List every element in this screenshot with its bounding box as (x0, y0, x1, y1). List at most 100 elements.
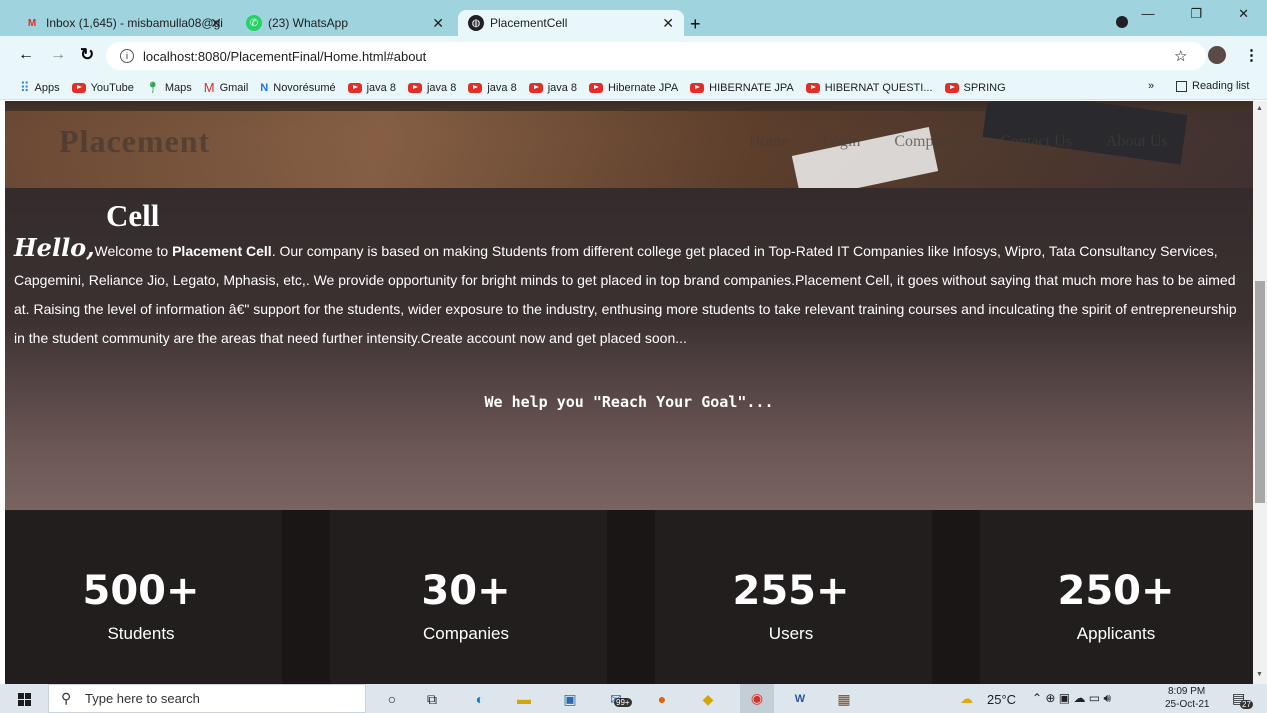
bookmark-item[interactable]: Hibernate JPA (589, 82, 678, 94)
app-icon[interactable]: ◆ (698, 689, 718, 709)
bookmark-label: YouTube (90, 81, 134, 94)
taskbar-search-input[interactable]: ⚲ Type here to search (48, 684, 366, 713)
youtube-icon (944, 82, 959, 93)
stat-shade (282, 510, 330, 684)
forward-icon[interactable]: → (50, 46, 66, 64)
gmail-icon: M (203, 80, 215, 95)
profile-icon[interactable] (1116, 16, 1128, 28)
stat-label: Users (768, 624, 814, 643)
scrollbar-thumb[interactable] (1255, 281, 1265, 503)
store-icon[interactable]: ▣ (560, 689, 580, 709)
address-bar[interactable]: i localhost:8080/PlacementFinal/Home.htm… (106, 42, 1206, 70)
close-tab-icon[interactable]: ✕ (432, 15, 444, 32)
bookmark-item[interactable]: 📍︎ Maps (146, 81, 192, 95)
new-tab-button[interactable]: + (690, 14, 701, 35)
bookmark-label: HIBERNATE JPA (709, 81, 794, 94)
nav-contact-us[interactable]: Contact Us (1000, 133, 1072, 151)
nav-about-us[interactable]: About Us (1106, 133, 1168, 151)
bookmark-item[interactable]: java 8 (407, 82, 456, 94)
youtube-icon (805, 82, 820, 93)
tab-whatsapp[interactable]: ✆ (23) WhatsApp ✕ (236, 10, 454, 36)
more-bookmarks-icon[interactable]: » (1148, 80, 1154, 92)
nav-home[interactable]: Home (749, 133, 788, 151)
reading-list-label: Reading list (1192, 80, 1250, 92)
tab-label: (23) WhatsApp (268, 16, 349, 30)
bookmark-label: HIBERNAT QUESTI... (824, 81, 933, 94)
mail-badge: 99+ (614, 698, 632, 707)
reading-list-button[interactable]: Reading list (1176, 80, 1249, 92)
youtube-icon (71, 82, 86, 93)
word-icon[interactable]: W (790, 689, 810, 709)
back-icon[interactable]: ← (18, 46, 34, 64)
tray-icons[interactable]: ⌃ ⊕ ▣ ☁ ▭ 🔊︎ (1032, 691, 1111, 706)
bookmark-item[interactable]: java 8 (528, 82, 577, 94)
windows-taskbar: ⚲ Type here to search ○ ⧉ ◐ ▬ ▣ ✉ 99+ ● … (0, 684, 1267, 713)
site-logo[interactable]: Placement (59, 123, 210, 160)
file-explorer-icon[interactable]: ▬ (514, 689, 534, 709)
search-icon: ⚲ (61, 690, 72, 706)
windows-start-icon[interactable] (14, 689, 34, 709)
apps-icon: ⠿ (20, 79, 30, 95)
bookmark-item[interactable]: N Novorésumé (260, 82, 335, 94)
bookmark-star-icon[interactable]: ☆ (1174, 47, 1187, 65)
bookmark-item[interactable]: java 8 (468, 81, 517, 94)
stat-label: Students (107, 624, 175, 643)
clock-time[interactable]: 8:09 PM (1168, 686, 1205, 697)
hello-heading: Hello, (14, 233, 95, 262)
notification-count: 27 (1240, 700, 1253, 709)
clock-date[interactable]: 25-Oct-21 (1165, 699, 1209, 710)
minimize-icon[interactable]: — (1141, 6, 1154, 22)
game-icon[interactable]: ▦ (834, 689, 854, 709)
page-viewport: Placement Home Login Companies Contact U… (5, 101, 1253, 684)
tab-label: Inbox (1,645) - misbamulla08@gi (46, 16, 223, 30)
cortana-icon[interactable]: ○ (382, 689, 402, 709)
edge-icon[interactable]: ◐ (470, 689, 490, 709)
reading-list-icon (1176, 80, 1187, 92)
bookmark-item[interactable]: ⠿ Apps (20, 80, 60, 96)
globe-icon: ◍ (468, 15, 484, 31)
youtube-icon (407, 82, 422, 93)
hero-banner: Placement Home Login Companies Contact U… (5, 101, 1253, 188)
tab-placementcell[interactable]: ◍ PlacementCell ✕ (458, 10, 684, 36)
bookmark-item[interactable]: HIBERNAT QUESTI... (805, 81, 933, 94)
close-window-icon[interactable]: ✕ (1238, 6, 1249, 22)
avatar[interactable] (1208, 46, 1226, 64)
scroll-up-icon[interactable]: ▲ (1256, 105, 1263, 112)
bookmark-label: SPRING (963, 81, 1006, 94)
nav-login[interactable]: Login (822, 133, 860, 151)
page-scrollbar[interactable]: ▲ ▼ (1253, 101, 1267, 684)
bookmark-item[interactable]: SPRING (944, 81, 1006, 94)
whatsapp-icon: ✆ (246, 15, 262, 31)
reload-icon[interactable]: ↻ (80, 45, 94, 65)
close-tab-icon[interactable]: ✕ (210, 15, 222, 32)
menu-kebab-icon[interactable]: ⋮ (1244, 46, 1259, 64)
browser-tab-bar: M Inbox (1,645) - misbamulla08@gi ✕ ✆ (2… (0, 0, 1267, 36)
goal-tagline: We help you "Reach Your Goal"... (484, 393, 774, 411)
bookmark-label: Apps (34, 81, 60, 94)
bookmark-label: Maps (164, 81, 192, 94)
firefox-icon[interactable]: ● (652, 689, 672, 709)
bookmark-item[interactable]: YouTube (71, 81, 134, 94)
stat-value: 30+ (421, 568, 511, 614)
weather-temp[interactable]: 25°C (987, 692, 1016, 707)
restore-icon[interactable]: ❐ (1190, 6, 1202, 22)
bookmark-item[interactable]: HIBERNATE JPA (690, 82, 794, 94)
youtube-icon (347, 82, 362, 93)
stat-value: 500+ (82, 568, 200, 614)
chrome-icon[interactable]: ◉ (740, 684, 774, 713)
info-icon[interactable]: i (120, 49, 134, 63)
bookmark-label: java 8 (487, 81, 517, 94)
bookmark-label: Hibernate JPA (608, 81, 679, 94)
stat-applicants: 250+ Applicants (980, 510, 1253, 684)
intro-text: Welcome to (94, 243, 173, 259)
nav-companies[interactable]: Companies (894, 133, 966, 151)
bookmark-item[interactable]: java 8 (347, 81, 396, 94)
bookmark-label: java 8 (366, 81, 396, 94)
close-tab-icon[interactable]: ✕ (662, 15, 674, 32)
scroll-down-icon[interactable]: ▼ (1256, 671, 1263, 678)
weather-icon: ☁ (960, 691, 973, 706)
tab-gmail[interactable]: M Inbox (1,645) - misbamulla08@gi ✕ (14, 10, 232, 36)
bookmark-item[interactable]: M Gmail (204, 80, 249, 95)
youtube-icon (589, 82, 604, 93)
task-view-icon[interactable]: ⧉ (422, 689, 442, 709)
